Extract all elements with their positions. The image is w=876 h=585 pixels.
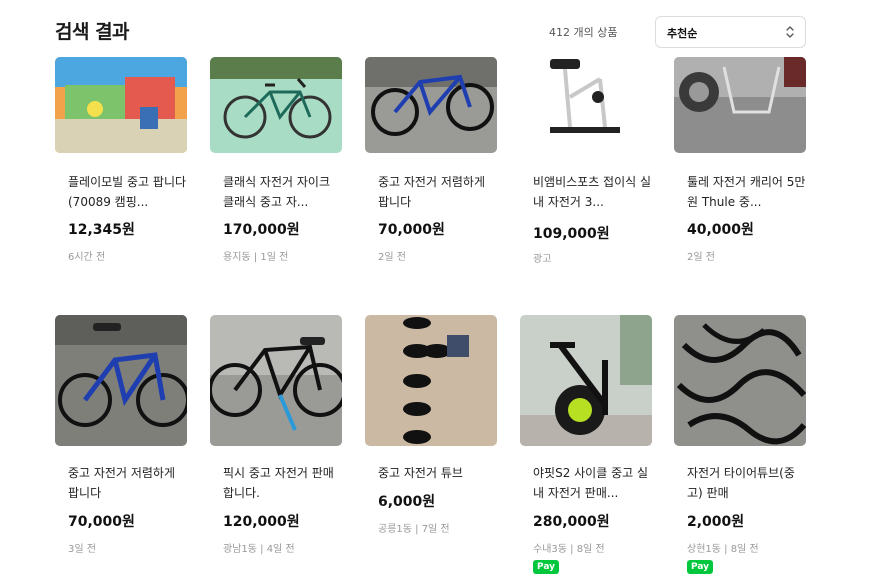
product-title: 중고 자전거 저렴하게 팝니다 bbox=[378, 175, 485, 209]
product-meta: 6시간 전 bbox=[68, 252, 106, 263]
product-image bbox=[55, 57, 187, 153]
product-price: 70,000원 bbox=[68, 514, 135, 530]
product-title: 비앰비스포츠 접이식 실내 자전거 3... bbox=[533, 175, 652, 209]
product-meta: 상현1동 | 8일 전 bbox=[687, 544, 759, 555]
product-card[interactable]: 자전거 타이어튜브(중고) 판매 2,000원 상현1동 | 8일 전 Pay bbox=[674, 315, 809, 580]
product-price: 280,000원 bbox=[533, 514, 610, 530]
product-card[interactable]: 픽시 중고 자전거 판매합니다. 120,000원 광남1동 | 4일 전 bbox=[210, 315, 345, 580]
product-grid: 플레이모빌 중고 팝니다(70089 캠핑... 12,345원 6시간 전 클… bbox=[0, 0, 876, 585]
product-price: 2,000원 bbox=[687, 514, 745, 530]
product-image bbox=[520, 315, 652, 446]
product-price: 109,000원 bbox=[533, 226, 610, 242]
product-image bbox=[674, 57, 806, 153]
product-meta: 광남1동 | 4일 전 bbox=[223, 544, 295, 555]
product-meta: 공릉1동 | 7일 전 bbox=[378, 524, 450, 535]
product-card[interactable]: 비앰비스포츠 접이식 실내 자전거 3... 109,000원 광고 bbox=[520, 57, 655, 287]
product-price: 70,000원 bbox=[378, 222, 445, 238]
product-title: 플레이모빌 중고 팝니다(70089 캠핑... bbox=[68, 175, 187, 209]
product-title: 야핏S2 사이클 중고 실내 자전거 판매... bbox=[533, 466, 649, 500]
product-price: 40,000원 bbox=[687, 222, 754, 238]
product-price: 12,345원 bbox=[68, 222, 135, 238]
product-meta: 용지동 | 1일 전 bbox=[223, 252, 289, 263]
product-card[interactable]: 툴레 자전거 캐리어 5만원 Thule 중... 40,000원 2일 전 bbox=[674, 57, 809, 287]
pay-badge: Pay bbox=[687, 560, 713, 574]
product-image bbox=[210, 57, 342, 153]
product-price: 6,000원 bbox=[378, 494, 436, 510]
product-meta: 수내3동 | 8일 전 bbox=[533, 544, 605, 555]
product-image bbox=[365, 57, 497, 153]
product-price: 170,000원 bbox=[223, 222, 300, 238]
product-card[interactable]: 플레이모빌 중고 팝니다(70089 캠핑... 12,345원 6시간 전 bbox=[55, 57, 190, 287]
product-price: 120,000원 bbox=[223, 514, 300, 530]
product-title: 중고 자전거 저렴하게 팝니다 bbox=[68, 466, 175, 500]
product-title: 자전거 타이어튜브(중고) 판매 bbox=[687, 466, 795, 500]
product-image bbox=[520, 57, 652, 153]
product-meta: 3일 전 bbox=[68, 544, 96, 555]
product-title: 픽시 중고 자전거 판매합니다. bbox=[223, 466, 334, 500]
product-image bbox=[365, 315, 497, 446]
product-card[interactable]: 중고 자전거 튜브 6,000원 공릉1동 | 7일 전 bbox=[365, 315, 500, 580]
product-title: 툴레 자전거 캐리어 5만원 Thule 중... bbox=[687, 175, 806, 209]
pay-badge: Pay bbox=[533, 560, 559, 574]
product-meta: 광고 bbox=[533, 254, 552, 265]
product-card[interactable]: 야핏S2 사이클 중고 실내 자전거 판매... 280,000원 수내3동 |… bbox=[520, 315, 655, 580]
product-card[interactable]: 중고 자전거 저렴하게 팝니다 70,000원 2일 전 bbox=[365, 57, 500, 287]
product-meta: 2일 전 bbox=[687, 252, 715, 263]
product-image bbox=[674, 315, 806, 446]
product-title: 클래식 자전거 자이크 클래식 중고 자... bbox=[223, 175, 330, 209]
product-card[interactable]: 중고 자전거 저렴하게 팝니다 70,000원 3일 전 bbox=[55, 315, 190, 580]
product-image bbox=[55, 315, 187, 446]
product-card[interactable]: 클래식 자전거 자이크 클래식 중고 자... 170,000원 용지동 | 1… bbox=[210, 57, 345, 287]
product-image bbox=[210, 315, 342, 446]
product-meta: 2일 전 bbox=[378, 252, 406, 263]
